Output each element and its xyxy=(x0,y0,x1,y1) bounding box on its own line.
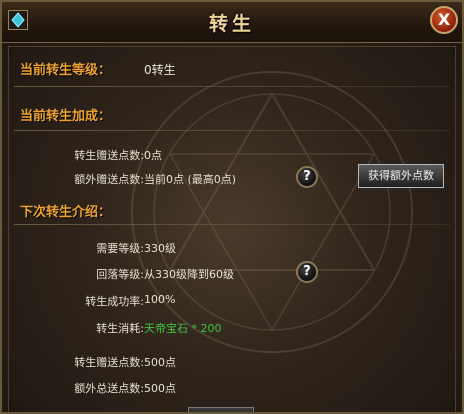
title-bar[interactable]: 转生 X xyxy=(2,2,462,43)
required-level-label: 需要等级: xyxy=(96,242,144,255)
divider xyxy=(14,86,450,87)
window-title: 转生 xyxy=(208,13,255,35)
next-gift-points-label: 转生赠送点数: xyxy=(74,356,144,369)
total-extra-points-value: 500点 xyxy=(144,382,176,395)
current-level-value: 0转生 xyxy=(144,63,176,77)
extra-points-label: 额外赠送点数: xyxy=(74,173,144,186)
divider xyxy=(14,224,450,225)
extra-points-help-icon[interactable]: ? xyxy=(296,166,318,188)
get-extra-points-button[interactable]: 获得额外点数 xyxy=(358,164,444,188)
drop-level-value: 从330级降到60级 xyxy=(144,268,234,281)
cost-label: 转生消耗: xyxy=(96,322,144,335)
next-gift-points-value: 500点 xyxy=(144,356,176,369)
current-bonus-heading: 当前转生加成： xyxy=(20,109,112,124)
drop-level-label: 回落等级: xyxy=(96,268,144,281)
required-level-value: 330级 xyxy=(144,242,176,255)
close-button[interactable]: X xyxy=(430,6,458,34)
gift-points-value: 0点 xyxy=(144,149,162,162)
current-level-heading: 当前转生等级： xyxy=(20,63,112,78)
reincarnation-window: 转生 X 当前转生等级： 0转生 当前转生加成： 转生赠送点数: 0点 额外赠送… xyxy=(0,0,464,414)
cost-value: 天帝宝石 * 200 xyxy=(144,322,222,335)
gift-points-label: 转生赠送点数: xyxy=(74,149,144,162)
bottom-button-edge[interactable] xyxy=(188,407,254,412)
divider xyxy=(14,130,450,131)
success-rate-label: 转生成功率: xyxy=(85,295,144,308)
extra-points-value: 当前0点 (最高0点) xyxy=(144,173,237,186)
drop-level-help-icon[interactable]: ? xyxy=(296,261,318,283)
close-icon: X xyxy=(437,10,451,29)
total-extra-points-label: 额外总送点数: xyxy=(74,382,144,395)
next-intro-heading: 下次转生介绍： xyxy=(20,205,112,220)
success-rate-value: 100% xyxy=(144,293,176,306)
